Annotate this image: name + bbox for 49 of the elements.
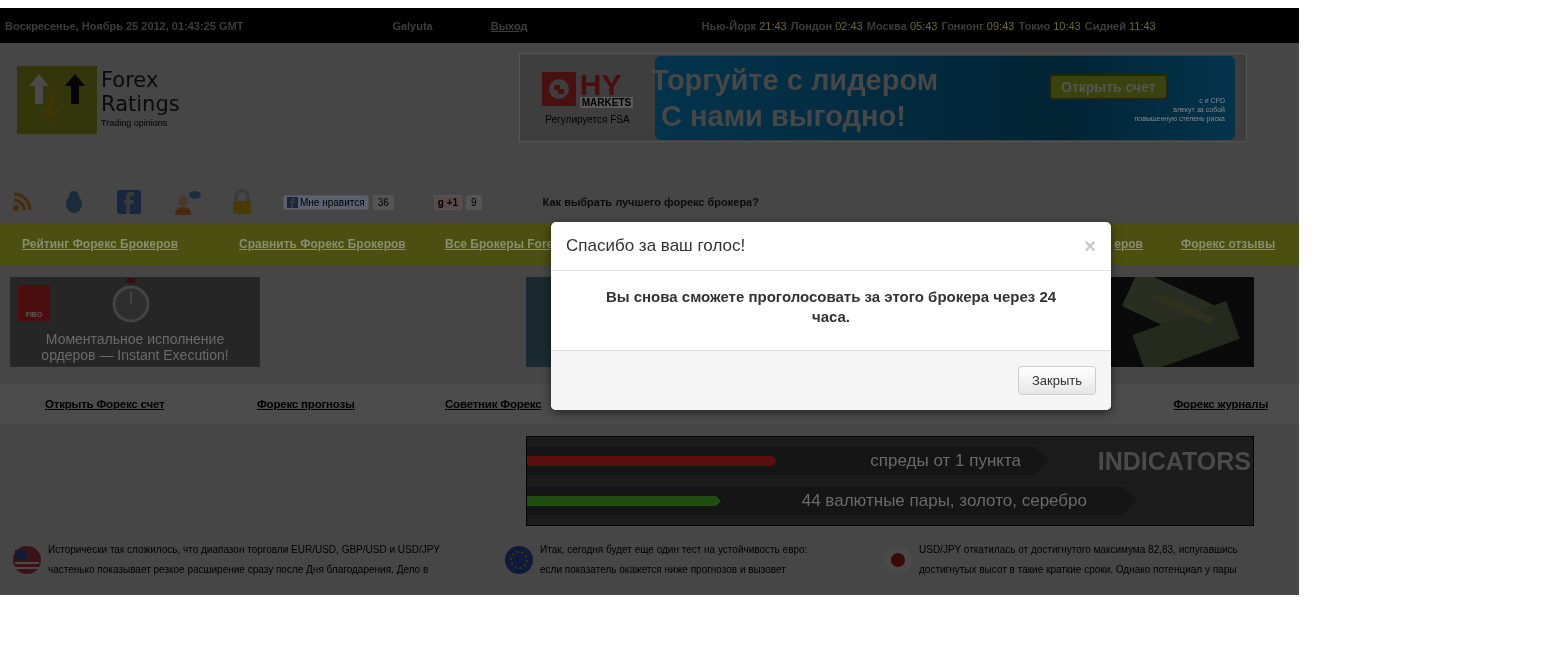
news-text[interactable]: Исторически так сложилось, что диапазон торговли EUR/USD, GBP/USD и USD/JPY частенько показывает резкое расширение сразу после Дня благодарения. Дело в xyxy=(48,540,440,580)
facebook-icon[interactable] xyxy=(117,190,141,214)
dialog-message: Вы снова сможете проголосовать за этого брокера через 24 часа. xyxy=(604,287,1058,327)
nav-link[interactable]: Сравнить Форекс Брокеров xyxy=(239,237,406,251)
close-dialog-button[interactable]: Закрыть xyxy=(1017,366,1096,395)
nav-link[interactable]: Форекс отзывы xyxy=(1181,237,1276,251)
world-clock: Нью-Йорк 21:43 xyxy=(701,19,787,32)
ad-headline: Торгуйте с лидером xyxy=(651,62,939,98)
like-count: 36 xyxy=(372,194,394,210)
username: Galyuta xyxy=(392,19,433,32)
ad-headline: С нами выгодно! xyxy=(660,98,907,134)
dialog-title: Спасибо за ваш голос! xyxy=(566,236,746,256)
world-clock: Москва 05:43 xyxy=(866,19,938,32)
logo-title: Ratings xyxy=(101,92,180,116)
bar-label: спреды от 1 пункта xyxy=(870,451,1021,471)
quick-link[interactable]: Форекс прогнозы xyxy=(257,398,445,410)
bar-label: 44 валютные пары, золото, серебро xyxy=(801,491,1087,511)
flag-icon xyxy=(504,545,534,575)
globe-logo-icon xyxy=(541,72,576,106)
close-button[interactable]: × xyxy=(1084,236,1096,256)
guide-link[interactable]: Как выбрать лучшего форекс брокера? xyxy=(542,196,759,208)
quick-link[interactable]: Открыть Форекс счет xyxy=(45,398,257,410)
flag-icon xyxy=(12,545,42,575)
world-clock: Сидней 11:43 xyxy=(1084,19,1156,32)
stopwatch-icon xyxy=(111,278,151,324)
news-text[interactable]: USD/JPY откатилась от достигнутого максимума 82,83, испугавшись достигнутых высот в такие краткие сроки. Однако потенциал у пары xyxy=(919,540,1238,580)
regulation-text: Регулируется FSA xyxy=(545,113,630,125)
brand-subtitle: MARKETS xyxy=(579,96,634,108)
news-text[interactable]: Итак, сегодня будет еще один тест на устойчивость евро: если показатель окажется ниже прогнозов и вызовет xyxy=(540,540,808,580)
nav-link[interactable]: Рейтинг Форекс Брокеров xyxy=(22,237,179,251)
plus-one-button[interactable]: g +1 xyxy=(433,194,463,210)
open-account-button[interactable]: Открыть счет xyxy=(1049,73,1168,100)
facebook-icon xyxy=(287,196,298,208)
support-chat-icon[interactable] xyxy=(173,189,201,215)
world-clock: Лондон 02:43 xyxy=(790,19,863,32)
world-clock: Токио 10:43 xyxy=(1018,19,1081,32)
rss-icon[interactable] xyxy=(12,192,32,212)
logo-tagline: Trading opinions xyxy=(101,118,169,128)
logo-icon xyxy=(17,66,97,134)
logout-link[interactable]: Выход xyxy=(490,19,528,32)
quick-link[interactable]: Форекс журналы xyxy=(1173,398,1268,410)
date-text: Воскресенье, Ноябрь 25 2012, 01:43:25 GMT xyxy=(5,19,244,32)
lock-icon[interactable] xyxy=(231,189,253,215)
logo-title: Forex xyxy=(101,68,160,92)
world-clock: Гонконг 09:43 xyxy=(941,19,1015,32)
fibo-slogan: Моментальное исполнение ордеров — Instant Execution! xyxy=(40,331,230,363)
plus-one-count: 9 xyxy=(466,194,482,210)
nav-link[interactable]: еров xyxy=(1114,237,1143,251)
like-button[interactable]: Мне нравится xyxy=(283,194,369,210)
